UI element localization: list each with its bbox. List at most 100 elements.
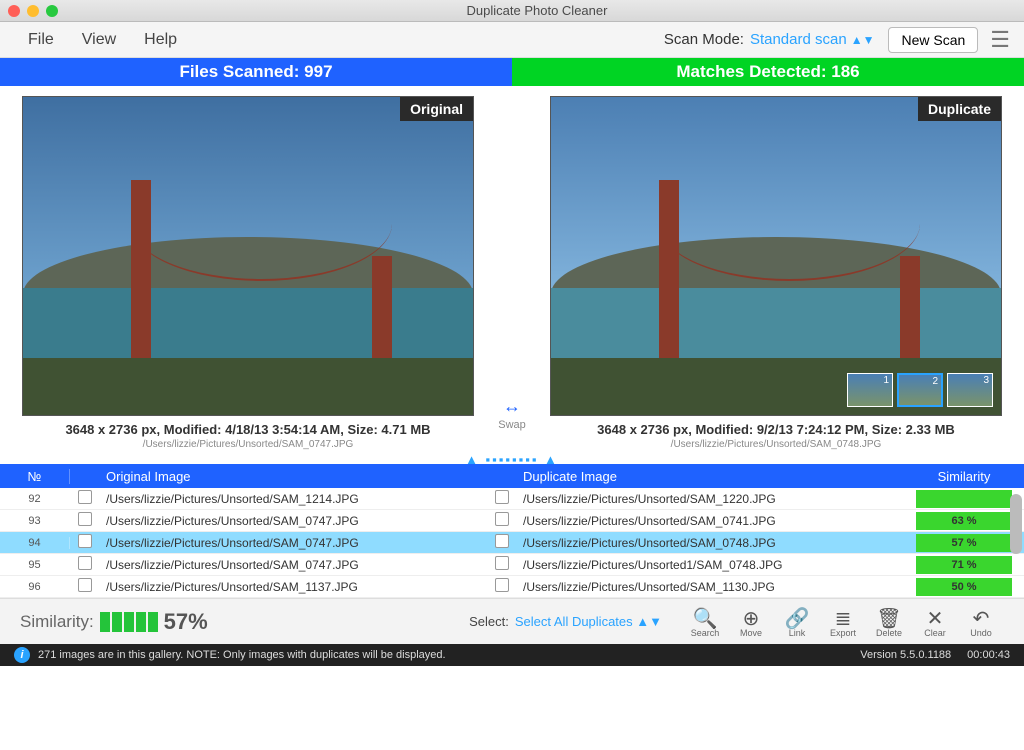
original-path: /Users/lizzie/Pictures/Unsorted/SAM_0747… [22, 439, 474, 450]
dup-checkbox[interactable] [495, 556, 509, 570]
table-row[interactable]: 93/Users/lizzie/Pictures/Unsorted/SAM_07… [0, 510, 1024, 532]
similarity-label: Similarity: [20, 612, 94, 632]
original-meta: 3648 x 2736 px, Modified: 4/18/13 3:54:1… [22, 422, 474, 437]
tool-search[interactable]: 🔍Search [682, 606, 728, 638]
titlebar: Duplicate Photo Cleaner [0, 0, 1024, 22]
info-icon: i [14, 647, 30, 663]
close-icon[interactable] [8, 5, 20, 17]
original-badge: Original [400, 97, 473, 121]
orig-checkbox[interactable] [78, 578, 92, 592]
undo-icon: ↶ [973, 606, 990, 628]
duplicate-path: /Users/lizzie/Pictures/Unsorted/SAM_0748… [550, 439, 1002, 450]
clear-icon: ✕ [927, 606, 944, 628]
swap-control[interactable]: ↔ Swap [492, 396, 532, 431]
hamburger-icon[interactable]: ☰ [990, 27, 1010, 53]
table-header: № Original Image Duplicate Image Similar… [0, 464, 1024, 488]
duplicate-preview: Duplicate 1 2 3 3648 x 2736 px, Modified… [550, 96, 1002, 450]
row-num: 95 [0, 559, 70, 571]
splitter[interactable]: ▲ ▪▪▪▪▪▪▪▪ ▲ [0, 454, 1024, 464]
table-row[interactable]: 94/Users/lizzie/Pictures/Unsorted/SAM_07… [0, 532, 1024, 554]
bottom-bar: Similarity: 57% Select: Select All Dupli… [0, 598, 1024, 644]
row-num: 96 [0, 581, 70, 593]
updown-icon[interactable]: ▲▼ [851, 33, 875, 47]
delete-icon: 🗑 [876, 606, 901, 628]
orig-path: /Users/lizzie/Pictures/Unsorted/SAM_0747… [98, 536, 487, 550]
tool-export[interactable]: ≣Export [820, 606, 866, 638]
duplicate-meta: 3648 x 2736 px, Modified: 9/2/13 7:24:12… [550, 422, 1002, 437]
select-label: Select: [469, 614, 509, 629]
scan-mode-value[interactable]: Standard scan [750, 31, 847, 48]
dup-checkbox[interactable] [495, 534, 509, 548]
tool-undo[interactable]: ↶Undo [958, 606, 1004, 638]
col-original[interactable]: Original Image [98, 469, 487, 484]
menu-file[interactable]: File [14, 27, 68, 53]
orig-checkbox[interactable] [78, 534, 92, 548]
table-row[interactable]: 95/Users/lizzie/Pictures/Unsorted/SAM_07… [0, 554, 1024, 576]
similarity-bar: 50 % [916, 578, 1012, 596]
similarity-bar: 63 % [916, 512, 1012, 530]
duplicate-thumbs: 1 2 3 [847, 373, 993, 407]
similarity-bar [916, 490, 1012, 508]
orig-path: /Users/lizzie/Pictures/Unsorted/SAM_1137… [98, 580, 487, 594]
dup-checkbox[interactable] [495, 490, 509, 504]
col-duplicate[interactable]: Duplicate Image [515, 469, 904, 484]
orig-path: /Users/lizzie/Pictures/Unsorted/SAM_0747… [98, 558, 487, 572]
original-preview: Original 3648 x 2736 px, Modified: 4/18/… [22, 96, 474, 450]
status-message: 271 images are in this gallery. NOTE: On… [38, 649, 446, 661]
similarity-bars [100, 612, 158, 632]
version-label: Version 5.5.0.1188 [860, 649, 951, 661]
duplicate-image[interactable]: Duplicate 1 2 3 [550, 96, 1002, 416]
similarity-bar: 57 % [916, 534, 1012, 552]
thumb-1[interactable]: 1 [847, 373, 893, 407]
col-num[interactable]: № [0, 469, 70, 484]
row-num: 92 [0, 493, 70, 505]
scan-mode-label: Scan Mode: [664, 31, 744, 48]
thumb-3[interactable]: 3 [947, 373, 993, 407]
files-scanned: Files Scanned: 997 [0, 58, 512, 86]
orig-path: /Users/lizzie/Pictures/Unsorted/SAM_0747… [98, 514, 487, 528]
tool-move[interactable]: ⊕Move [728, 606, 774, 638]
new-scan-button[interactable]: New Scan [888, 27, 978, 53]
dup-checkbox[interactable] [495, 578, 509, 592]
move-icon: ⊕ [743, 606, 760, 628]
tool-delete[interactable]: 🗑Delete [866, 606, 912, 638]
dup-path: /Users/lizzie/Pictures/Unsorted/SAM_1130… [515, 580, 904, 594]
orig-checkbox[interactable] [78, 512, 92, 526]
stat-bar: Files Scanned: 997 Matches Detected: 186 [0, 58, 1024, 86]
export-icon: ≣ [835, 606, 852, 628]
swap-icon: ↔ [503, 396, 521, 417]
table-row[interactable]: 92/Users/lizzie/Pictures/Unsorted/SAM_12… [0, 488, 1024, 510]
search-icon: 🔍 [693, 606, 718, 628]
orig-checkbox[interactable] [78, 490, 92, 504]
similarity-value: 57% [164, 609, 208, 635]
window-title: Duplicate Photo Cleaner [58, 3, 1016, 18]
col-similarity[interactable]: Similarity [904, 469, 1024, 484]
results-table: № Original Image Duplicate Image Similar… [0, 464, 1024, 598]
tool-link[interactable]: 🔗Link [774, 606, 820, 638]
orig-path: /Users/lizzie/Pictures/Unsorted/SAM_1214… [98, 492, 487, 506]
zoom-icon[interactable] [46, 5, 58, 17]
row-num: 94 [0, 537, 70, 549]
menu-help[interactable]: Help [130, 27, 191, 53]
original-image[interactable]: Original [22, 96, 474, 416]
menubar: File View Help Scan Mode: Standard scan … [0, 22, 1024, 58]
thumb-2[interactable]: 2 [897, 373, 943, 407]
dup-path: /Users/lizzie/Pictures/Unsorted/SAM_1220… [515, 492, 904, 506]
status-bar: i 271 images are in this gallery. NOTE: … [0, 644, 1024, 666]
table-row[interactable]: 96/Users/lizzie/Pictures/Unsorted/SAM_11… [0, 576, 1024, 598]
row-num: 93 [0, 515, 70, 527]
duplicate-badge: Duplicate [918, 97, 1001, 121]
orig-checkbox[interactable] [78, 556, 92, 570]
link-icon: 🔗 [785, 606, 810, 628]
matches-detected: Matches Detected: 186 [512, 58, 1024, 86]
similarity-bar: 71 % [916, 556, 1012, 574]
select-dropdown[interactable]: Select All Duplicates ▲▼ [515, 614, 662, 629]
elapsed-time: 00:00:43 [967, 649, 1010, 661]
scrollbar[interactable] [1010, 494, 1022, 554]
tool-clear[interactable]: ✕Clear [912, 606, 958, 638]
dup-checkbox[interactable] [495, 512, 509, 526]
dup-path: /Users/lizzie/Pictures/Unsorted/SAM_0748… [515, 536, 904, 550]
minimize-icon[interactable] [27, 5, 39, 17]
menu-view[interactable]: View [68, 27, 130, 53]
dup-path: /Users/lizzie/Pictures/Unsorted/SAM_0741… [515, 514, 904, 528]
